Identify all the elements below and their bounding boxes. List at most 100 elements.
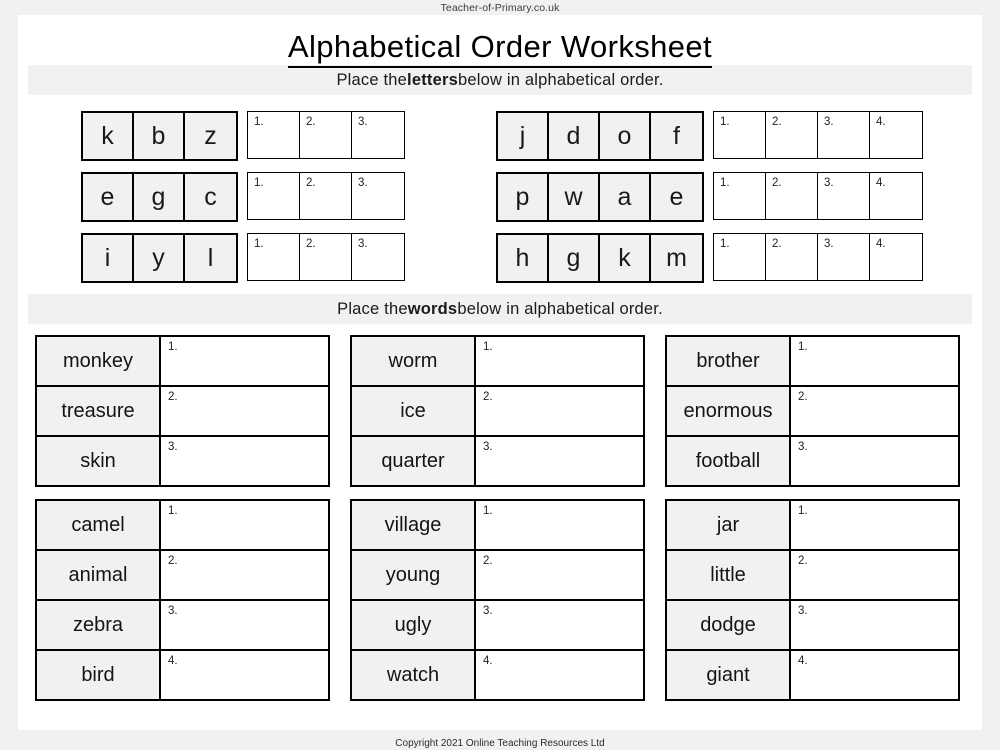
word-answer-box[interactable]: 1. <box>476 501 643 549</box>
letter-answer-box[interactable]: 1. <box>248 173 300 219</box>
word-exercise-row: treasure 2. <box>37 385 328 435</box>
letter-answer-box[interactable]: 4. <box>870 112 922 158</box>
letter-tile: p <box>498 174 549 220</box>
word-answer-box[interactable]: 3. <box>791 437 958 485</box>
letter-answer-box[interactable]: 3. <box>818 112 870 158</box>
letter-answer-box[interactable]: 4. <box>870 234 922 280</box>
word-cell: skin <box>37 437 161 485</box>
word-answer-box[interactable]: 2. <box>791 551 958 599</box>
letters-instruction-keyword: letters <box>407 70 458 89</box>
letter-answer-box[interactable]: 2. <box>766 112 818 158</box>
letter-answer-group: 1. 2. 3. <box>247 111 405 159</box>
word-exercise-row: giant 4. <box>667 649 958 699</box>
word-answer-box[interactable]: 4. <box>791 651 958 699</box>
word-cell: football <box>667 437 791 485</box>
word-answer-box[interactable]: 1. <box>791 337 958 385</box>
word-exercise-row: watch 4. <box>352 649 643 699</box>
word-cell: camel <box>37 501 161 549</box>
letter-tile-group: egc <box>81 172 238 222</box>
word-answer-box[interactable]: 2. <box>791 387 958 435</box>
word-cell: quarter <box>352 437 476 485</box>
letter-answer-group: 1. 2. 3. <box>247 233 405 281</box>
word-exercise-group: worm 1. ice 2. quarter 3. <box>350 335 645 487</box>
page-title-text: Alphabetical Order Worksheet <box>287 29 713 68</box>
letter-answer-box[interactable]: 1. <box>714 173 766 219</box>
letter-tile: k <box>600 235 651 281</box>
letter-tile: z <box>204 121 217 150</box>
letter-answer-box[interactable]: 3. <box>818 173 870 219</box>
letter-answer-box[interactable]: 1. <box>248 234 300 280</box>
word-answer-box[interactable]: 3. <box>791 601 958 649</box>
letter-tile: c <box>204 182 217 211</box>
letter-answer-box[interactable]: 2. <box>300 173 352 219</box>
letter-tile-group: hgkm <box>496 233 704 283</box>
words-section: monkey 1. treasure 2. skin 3. worm 1. ice 2. quart… <box>18 324 982 713</box>
letter-answer-box[interactable]: 1. <box>714 112 766 158</box>
letter-tile: b <box>134 113 185 159</box>
word-cell: animal <box>37 551 161 599</box>
word-answer-box[interactable]: 3. <box>476 601 643 649</box>
word-answer-box[interactable]: 4. <box>161 651 328 699</box>
letter-tile-group: iyl <box>81 233 238 283</box>
letter-answer-box[interactable]: 3. <box>352 112 404 158</box>
letter-exercise-row: k b z 1. 2. 3. <box>81 111 405 161</box>
word-answer-box[interactable]: 1. <box>791 501 958 549</box>
word-exercise-row: animal 2. <box>37 549 328 599</box>
letters-column-left: k b z 1. 2. 3. e g c 1. 2. 3. i y l 1. 2. 3. <box>81 111 405 294</box>
word-exercise-group: brother 1. enormous 2. football 3. <box>665 335 960 487</box>
word-cell: ugly <box>352 601 476 649</box>
letters-instruction-bar: Place the letters below in alphabetical … <box>28 65 972 95</box>
word-exercise-row: young 2. <box>352 549 643 599</box>
word-exercise-row: camel 1. <box>37 501 328 549</box>
word-cell: little <box>667 551 791 599</box>
letter-answer-box[interactable]: 1. <box>248 112 300 158</box>
letter-answer-box[interactable]: 4. <box>870 173 922 219</box>
word-answer-box[interactable]: 1. <box>161 501 328 549</box>
letter-answer-box[interactable]: 2. <box>766 173 818 219</box>
word-answer-box[interactable]: 1. <box>161 337 328 385</box>
word-exercise-row: brother 1. <box>667 337 958 385</box>
word-answer-box[interactable]: 3. <box>161 601 328 649</box>
letter-tile: a <box>600 174 651 220</box>
letter-tile: o <box>600 113 651 159</box>
word-exercise-row: dodge 3. <box>667 599 958 649</box>
word-exercise-group: camel 1. animal 2. zebra 3. bird 4. <box>35 499 330 701</box>
word-exercise-row: monkey 1. <box>37 337 328 385</box>
letters-column-right: j d o f 1. 2. 3. 4. p w a e 1. 2. 3. 4. h g k m 1. 2. 3. 4. <box>496 111 923 294</box>
letter-answer-box[interactable]: 1. <box>714 234 766 280</box>
word-answer-box[interactable]: 4. <box>476 651 643 699</box>
letter-answer-box[interactable]: 3. <box>818 234 870 280</box>
letter-answer-group: 1. 2. 3. 4. <box>713 172 923 220</box>
word-exercise-row: ugly 3. <box>352 599 643 649</box>
word-answer-box[interactable]: 2. <box>161 551 328 599</box>
word-answer-box[interactable]: 2. <box>476 551 643 599</box>
letter-answer-box[interactable]: 3. <box>352 234 404 280</box>
letter-tile: y <box>134 235 185 281</box>
letter-exercise-row: h g k m 1. 2. 3. 4. <box>496 233 923 283</box>
word-cell: brother <box>667 337 791 385</box>
word-answer-box[interactable]: 1. <box>476 337 643 385</box>
letters-instruction-after: below in alphabetical order. <box>457 70 664 89</box>
letter-tile: e <box>669 182 684 211</box>
word-answer-box[interactable]: 3. <box>476 437 643 485</box>
letter-answer-box[interactable]: 2. <box>766 234 818 280</box>
letter-answer-group: 1. 2. 3. 4. <box>713 233 923 281</box>
letter-tile: g <box>134 174 185 220</box>
site-header: Teacher-of-Primary.co.uk <box>0 0 1000 15</box>
letter-answer-box[interactable]: 2. <box>300 234 352 280</box>
letter-tile: g <box>549 235 600 281</box>
words-instruction-bar: Place the words below in alphabetical or… <box>28 294 972 324</box>
word-answer-box[interactable]: 2. <box>476 387 643 435</box>
letter-answer-box[interactable]: 2. <box>300 112 352 158</box>
letter-exercise-row: p w a e 1. 2. 3. 4. <box>496 172 923 222</box>
letter-tile: l <box>207 243 214 272</box>
words-instruction-before: Place the <box>337 299 408 318</box>
letter-tile: d <box>549 113 600 159</box>
word-cell: treasure <box>37 387 161 435</box>
letter-tile: e <box>83 174 134 220</box>
letter-answer-box[interactable]: 3. <box>352 173 404 219</box>
word-answer-box[interactable]: 2. <box>161 387 328 435</box>
word-answer-box[interactable]: 3. <box>161 437 328 485</box>
word-cell: dodge <box>667 601 791 649</box>
word-exercise-row: zebra 3. <box>37 599 328 649</box>
